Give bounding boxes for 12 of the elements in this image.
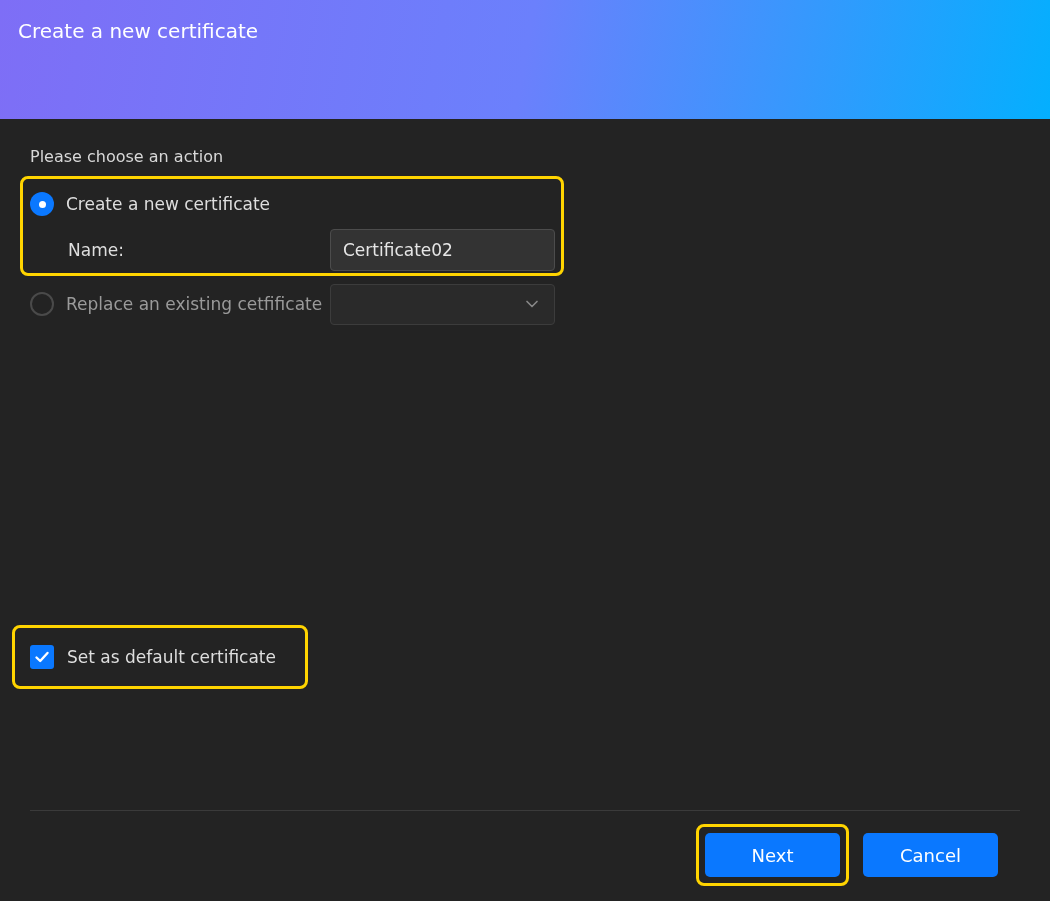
prompt-text: Please choose an action: [30, 146, 225, 168]
checkbox[interactable]: [30, 645, 54, 669]
dialog-button[interactable]: Cancel: [863, 833, 998, 877]
radio-button[interactable]: [30, 192, 54, 216]
name-input-field[interactable]: Certificate02: [330, 229, 555, 271]
checkbox-label: Set as default certificate: [67, 647, 276, 667]
field-label: Name:: [68, 240, 124, 260]
dialog-button[interactable]: Next: [705, 833, 840, 877]
option-label: Create a new certificate: [66, 194, 271, 214]
checkmark-icon: [34, 649, 50, 665]
option-label: Replace an existing cetfificate: [66, 294, 323, 314]
dialog-title: Create a new certificate: [18, 18, 260, 44]
